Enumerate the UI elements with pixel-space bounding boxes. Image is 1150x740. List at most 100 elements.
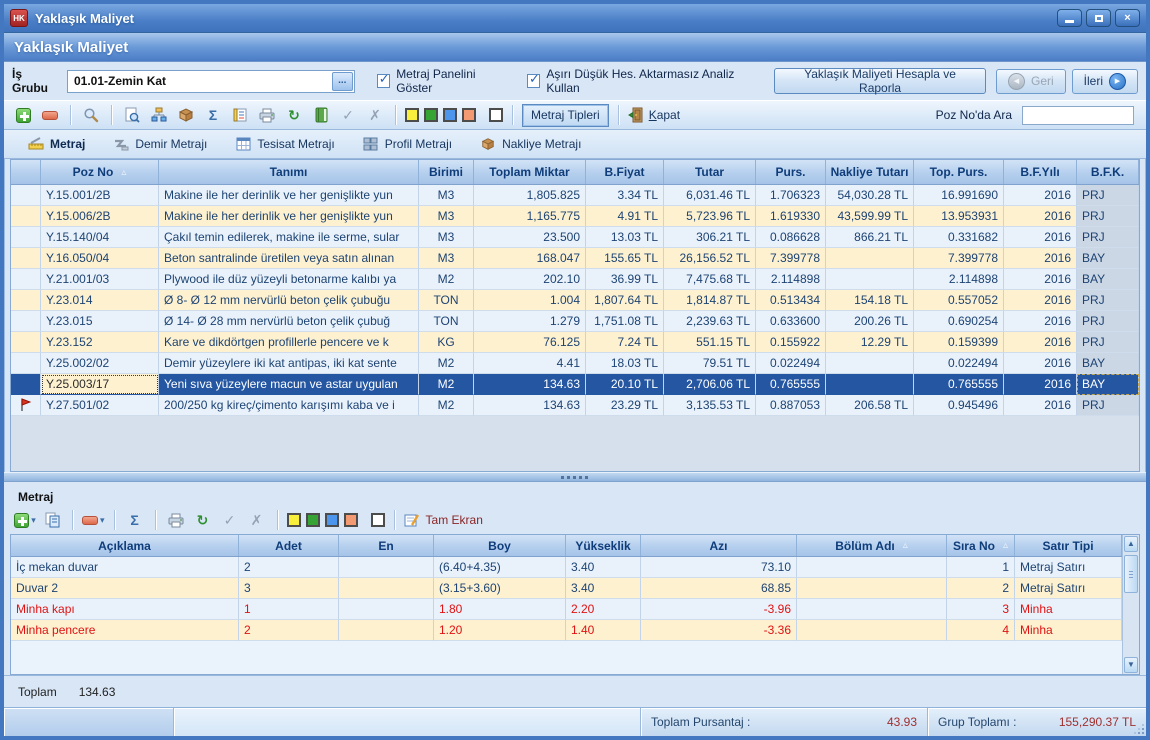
cell-top_purs[interactable]: 2.114898: [914, 269, 1004, 290]
table-row[interactable]: Y.16.050/04Beton santralinde üretilen ve…: [11, 248, 1139, 269]
notes-button[interactable]: [229, 104, 251, 126]
table-row[interactable]: Y.25.002/02Demir yüzeylere iki kat antip…: [11, 353, 1139, 374]
cell-bfk[interactable]: PRJ: [1077, 290, 1139, 311]
cell-purs[interactable]: 0.633600: [756, 311, 826, 332]
tab-demir-metraji[interactable]: Demir Metrajı: [99, 130, 221, 158]
metraj-row[interactable]: Duvar 23(3.15+3.60)3.4068.852Metraj Satı…: [11, 578, 1122, 599]
color-yellow-button[interactable]: [405, 108, 419, 122]
cell-tanim[interactable]: Makine ile her derinlik ve her genişlikt…: [159, 206, 419, 227]
metraj-column-header-5[interactable]: Yükseklik: [566, 535, 641, 556]
sum-button[interactable]: Σ: [202, 104, 224, 126]
cell-birim[interactable]: M3: [419, 206, 474, 227]
cell-adet[interactable]: 2: [239, 620, 339, 641]
asiri-dusuk-checkbox[interactable]: ✓: [527, 74, 540, 88]
row-indicator-cell[interactable]: [11, 269, 41, 290]
cell-top_purs[interactable]: 0.765555: [914, 374, 1004, 395]
maximize-button[interactable]: [1086, 9, 1111, 27]
metraj-column-header-8[interactable]: Sıra No▵: [947, 535, 1015, 556]
cell-top_purs[interactable]: 13.953931: [914, 206, 1004, 227]
cell-birim[interactable]: M3: [419, 185, 474, 206]
cell-miktar[interactable]: 1,165.775: [474, 206, 586, 227]
cell-bfk[interactable]: PRJ: [1077, 206, 1139, 227]
cell-tanim[interactable]: Plywood ile düz yüzeyli betonarme kalıbı…: [159, 269, 419, 290]
cell-miktar[interactable]: 134.63: [474, 374, 586, 395]
tab-nakliye-metraji[interactable]: Nakliye Metrajı: [466, 130, 595, 158]
metraj-tipleri-button[interactable]: Metraj Tipleri: [522, 104, 609, 127]
cell-en[interactable]: [339, 620, 434, 641]
cell-azi[interactable]: 73.10: [641, 557, 797, 578]
cell-yil[interactable]: 2016: [1004, 248, 1077, 269]
tab-metraj[interactable]: Metraj: [14, 130, 99, 158]
cell-purs[interactable]: 1.706323: [756, 185, 826, 206]
cell-bfk[interactable]: BAY: [1077, 269, 1139, 290]
cell-purs[interactable]: 0.155922: [756, 332, 826, 353]
geri-button[interactable]: ◀ Geri: [996, 69, 1066, 94]
metraj-panel-checkbox[interactable]: ✓: [377, 74, 390, 88]
cell-bfiyat[interactable]: 1,807.64 TL: [586, 290, 664, 311]
cancel-button[interactable]: ✗: [364, 104, 386, 126]
panel-splitter[interactable]: [4, 472, 1146, 482]
cell-miktar[interactable]: 1.004: [474, 290, 586, 311]
cell-purs[interactable]: 0.765555: [756, 374, 826, 395]
cell-bfiyat[interactable]: 7.24 TL: [586, 332, 664, 353]
row-indicator-cell[interactable]: [11, 290, 41, 311]
cell-tutar[interactable]: 7,475.68 TL: [664, 269, 756, 290]
cell-tanim[interactable]: Kare ve dikdörtgen profillerle pencere v…: [159, 332, 419, 353]
cell-tanim[interactable]: 200/250 kg kireç/çimento karışımı kaba v…: [159, 395, 419, 416]
cell-poz[interactable]: Y.23.152: [41, 332, 159, 353]
cell-yil[interactable]: 2016: [1004, 374, 1077, 395]
table-row[interactable]: Y.27.501/02200/250 kg kireç/çimento karı…: [11, 395, 1139, 416]
cell-adet[interactable]: 1: [239, 599, 339, 620]
cell-bolum[interactable]: [797, 578, 947, 599]
package-button[interactable]: [175, 104, 197, 126]
cell-birim[interactable]: KG: [419, 332, 474, 353]
cell-bfk[interactable]: PRJ: [1077, 185, 1139, 206]
cell-bfiyat[interactable]: 155.65 TL: [586, 248, 664, 269]
column-header-2[interactable]: Tanımı: [159, 160, 419, 184]
column-header-6[interactable]: Tutar: [664, 160, 756, 184]
cell-miktar[interactable]: 1.279: [474, 311, 586, 332]
cell-miktar[interactable]: 1,805.825: [474, 185, 586, 206]
table-row[interactable]: Y.23.014Ø 8- Ø 12 mm nervürlü beton çeli…: [11, 290, 1139, 311]
is-grubu-combobox[interactable]: 01.01-Zemin Kat ...: [67, 70, 355, 93]
cell-bolum[interactable]: [797, 557, 947, 578]
cell-yil[interactable]: 2016: [1004, 311, 1077, 332]
cell-en[interactable]: [339, 599, 434, 620]
metraj-column-header-2[interactable]: Adet: [239, 535, 339, 556]
browse-icon[interactable]: ...: [332, 72, 353, 91]
cell-yil[interactable]: 2016: [1004, 269, 1077, 290]
cell-boy[interactable]: 1.20: [434, 620, 566, 641]
cell-poz[interactable]: Y.27.501/02: [41, 395, 159, 416]
refresh-metraj-button[interactable]: ↻: [192, 509, 214, 531]
column-header-5[interactable]: B.Fiyat: [586, 160, 664, 184]
cell-nakliye[interactable]: 154.18 TL: [826, 290, 914, 311]
remove-row-button[interactable]: [39, 104, 61, 126]
cell-bfk[interactable]: PRJ: [1077, 227, 1139, 248]
color-blue-button[interactable]: [443, 108, 457, 122]
print-button[interactable]: [256, 104, 278, 126]
cell-yukseklik[interactable]: 1.40: [566, 620, 641, 641]
cell-tutar[interactable]: 79.51 TL: [664, 353, 756, 374]
kapat-button[interactable]: Kapat: [628, 107, 680, 123]
cell-tip[interactable]: Metraj Satırı: [1015, 557, 1122, 578]
cell-birim[interactable]: TON: [419, 290, 474, 311]
cell-bfiyat[interactable]: 4.91 TL: [586, 206, 664, 227]
cell-tutar[interactable]: 551.15 TL: [664, 332, 756, 353]
cell-poz[interactable]: Y.15.140/04: [41, 227, 159, 248]
cell-adet[interactable]: 2: [239, 557, 339, 578]
cell-yil[interactable]: 2016: [1004, 353, 1077, 374]
cell-aciklama[interactable]: Duvar 2: [11, 578, 239, 599]
copy-metraj-button[interactable]: [41, 509, 63, 531]
cell-bfk[interactable]: BAY: [1077, 248, 1139, 269]
cell-tutar[interactable]: 2,706.06 TL: [664, 374, 756, 395]
cell-purs[interactable]: 1.619330: [756, 206, 826, 227]
cell-birim[interactable]: M2: [419, 395, 474, 416]
cell-miktar[interactable]: 4.41: [474, 353, 586, 374]
color-white-button[interactable]: [489, 108, 503, 122]
cell-tanim[interactable]: Yeni sıva yüzeylere macun ve astar uygul…: [159, 374, 419, 395]
metraj-panel-checkbox-group[interactable]: ✓ Metraj Panelini Göster: [377, 67, 509, 95]
cell-yil[interactable]: 2016: [1004, 290, 1077, 311]
cell-bfiyat[interactable]: 3.34 TL: [586, 185, 664, 206]
cell-bfk[interactable]: BAY: [1077, 353, 1139, 374]
table-row[interactable]: Y.23.015Ø 14- Ø 28 mm nervürlü beton çel…: [11, 311, 1139, 332]
